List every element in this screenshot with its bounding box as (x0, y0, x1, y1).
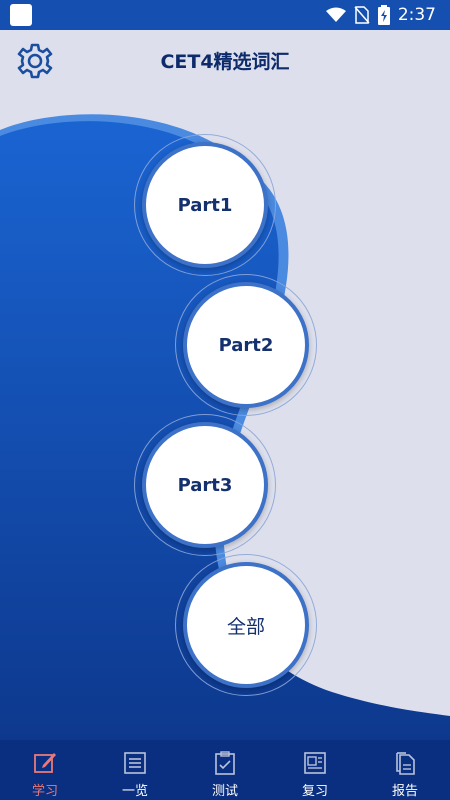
battery-charging-icon (377, 5, 390, 25)
all-parts-button[interactable]: 全部 (175, 554, 317, 696)
edit-icon (34, 753, 56, 773)
word-doc-icon (304, 752, 326, 774)
tab-overview[interactable]: 一览 (90, 740, 180, 800)
tab-overview-label: 一览 (121, 784, 148, 799)
page-title: CET4精选词汇 (160, 50, 290, 73)
app-header: CET4精选词汇 (0, 30, 450, 90)
tab-study-label: 学习 (31, 784, 58, 799)
app-notification-icon (10, 4, 32, 26)
documents-icon (396, 752, 415, 775)
part2-button[interactable]: Part2 (175, 274, 317, 416)
status-time: 2:37 (397, 5, 436, 25)
all-parts-label: 全部 (226, 615, 265, 638)
part1-label: Part1 (177, 194, 233, 216)
no-sim-icon (354, 6, 370, 24)
tab-review[interactable]: 复习 (270, 740, 360, 800)
tab-report[interactable]: 报告 (360, 740, 450, 800)
tab-report-label: 报告 (391, 784, 418, 799)
part3-label: Part3 (177, 474, 233, 496)
gear-icon (17, 43, 53, 79)
settings-button[interactable] (14, 40, 56, 82)
tab-study[interactable]: 学习 (0, 740, 90, 800)
part2-label: Part2 (218, 334, 274, 356)
clipboard-icon (215, 751, 235, 775)
wifi-icon (325, 7, 346, 22)
tab-review-label: 复习 (301, 784, 328, 799)
list-icon (124, 752, 146, 774)
part1-button[interactable]: Part1 (134, 134, 276, 276)
tab-test-label: 测试 (211, 784, 238, 799)
part3-button[interactable]: Part3 (134, 414, 276, 556)
status-bar: 2:37 (0, 0, 450, 30)
bottom-tab-bar: 学习 一览 测试 复习 报告 (0, 740, 450, 800)
tab-test[interactable]: 测试 (180, 740, 270, 800)
